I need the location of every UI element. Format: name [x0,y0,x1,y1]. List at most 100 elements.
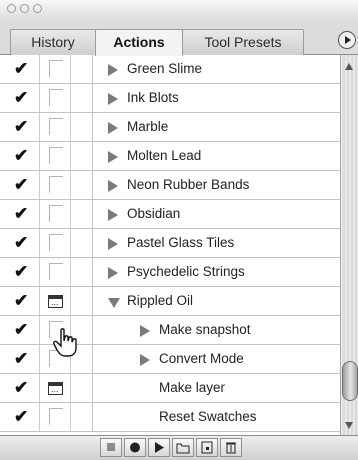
toggle-item-cell[interactable]: ✔ [0,200,40,228]
delete-button[interactable] [220,438,242,457]
collapsed-triangle-icon[interactable] [140,354,150,366]
dialog-toggle-icon[interactable] [48,295,63,308]
record-button[interactable] [124,438,146,457]
action-row[interactable]: ✔ Molten Lead [0,142,340,171]
toggle-dialog-cell[interactable] [41,287,71,315]
action-row[interactable]: ✔ Ink Blots [0,84,340,113]
toggle-item-cell[interactable]: ✔ [0,403,40,431]
collapsed-triangle-icon[interactable] [108,180,118,192]
toggle-item-cell[interactable]: ✔ [0,374,40,402]
toggle-item-cell[interactable]: ✔ [0,229,40,257]
checkmark-icon[interactable]: ✔ [14,321,29,338]
collapsed-triangle-icon[interactable] [140,325,150,337]
zoom-window-button[interactable] [33,4,42,13]
new-set-button[interactable] [172,438,194,457]
play-button[interactable] [148,438,170,457]
collapsed-triangle-icon[interactable] [108,64,118,76]
expanded-triangle-icon[interactable] [108,298,120,308]
toggle-dialog-cell[interactable] [41,200,71,228]
column-divider [92,113,93,141]
checkmark-icon[interactable]: ✔ [14,147,29,164]
toggle-item-cell[interactable]: ✔ [0,316,40,344]
toggle-item-cell[interactable]: ✔ [0,258,40,286]
scroll-thumb[interactable] [342,361,358,401]
column-divider [92,345,93,373]
dialog-off-icon[interactable] [49,234,63,251]
checkmark-icon[interactable]: ✔ [14,234,29,251]
collapsed-triangle-icon[interactable] [108,151,118,163]
action-label: Rippled Oil [127,293,194,308]
new-action-button[interactable] [196,438,218,457]
dialog-off-icon[interactable] [49,60,63,77]
checkmark-icon[interactable]: ✔ [14,379,29,396]
checkmark-icon[interactable]: ✔ [14,350,29,367]
toggle-dialog-cell[interactable] [41,84,71,112]
action-row[interactable]: ✔ Neon Rubber Bands [0,171,340,200]
close-window-button[interactable] [7,4,16,13]
toggle-dialog-cell[interactable] [41,142,71,170]
action-row[interactable]: ✔ Obsidian [0,200,340,229]
hand-cursor-icon [53,328,77,357]
dialog-off-icon[interactable] [49,263,63,280]
vertical-scrollbar[interactable] [340,55,358,435]
dialog-off-icon[interactable] [49,118,63,135]
checkmark-icon[interactable]: ✔ [14,292,29,309]
command-row[interactable]: ✔ Convert Mode [0,345,340,374]
toggle-item-cell[interactable]: ✔ [0,345,40,373]
scroll-up-icon[interactable] [345,63,353,70]
action-row[interactable]: ✔ Psychedelic Strings [0,258,340,287]
toggle-item-cell[interactable]: ✔ [0,142,40,170]
toggle-item-cell[interactable]: ✔ [0,55,40,83]
column-divider [92,287,93,315]
action-row[interactable]: ✔ Green Slime [0,55,340,84]
dialog-off-icon[interactable] [49,408,63,425]
action-label: Make layer [159,380,226,395]
dialog-off-icon[interactable] [49,176,63,193]
dialog-toggle-icon[interactable] [48,382,63,395]
dialog-off-icon[interactable] [49,147,63,164]
dialog-off-icon[interactable] [49,205,63,222]
scroll-down-icon[interactable] [345,422,353,429]
dialog-off-icon[interactable] [49,89,63,106]
stop-icon [107,443,115,451]
collapsed-triangle-icon[interactable] [108,209,118,221]
tab-actions[interactable]: Actions [95,29,183,56]
command-row[interactable]: ✔ Reset Swatches [0,403,340,432]
toggle-dialog-cell[interactable] [41,171,71,199]
action-row[interactable]: ✔ Rippled Oil [0,287,340,316]
column-divider [92,55,93,83]
checkmark-icon[interactable]: ✔ [14,263,29,280]
tab-history[interactable]: History [10,29,96,55]
toggle-item-cell[interactable]: ✔ [0,113,40,141]
column-divider [92,258,93,286]
toggle-dialog-cell[interactable] [41,258,71,286]
column-divider [92,142,93,170]
tab-tool-presets[interactable]: Tool Presets [182,29,304,55]
action-row[interactable]: ✔ Marble [0,113,340,142]
toggle-item-cell[interactable]: ✔ [0,171,40,199]
toggle-dialog-cell[interactable] [41,55,71,83]
checkmark-icon[interactable]: ✔ [14,176,29,193]
checkmark-icon[interactable]: ✔ [14,60,29,77]
column-divider [92,316,93,344]
toggle-item-cell[interactable]: ✔ [0,84,40,112]
stop-button[interactable] [100,438,122,457]
checkmark-icon[interactable]: ✔ [14,205,29,222]
collapsed-triangle-icon[interactable] [108,122,118,134]
toggle-dialog-cell[interactable] [41,374,71,402]
toggle-dialog-cell[interactable] [41,113,71,141]
minimize-window-button[interactable] [20,4,29,13]
collapsed-triangle-icon[interactable] [108,267,118,279]
toggle-item-cell[interactable]: ✔ [0,287,40,315]
toggle-dialog-cell[interactable] [41,229,71,257]
action-row[interactable]: ✔ Pastel Glass Tiles [0,229,340,258]
command-row[interactable]: ✔ Make snapshot [0,316,340,345]
checkmark-icon[interactable]: ✔ [14,408,29,425]
toggle-dialog-cell[interactable] [41,403,71,431]
command-row[interactable]: ✔ Make layer [0,374,340,403]
collapsed-triangle-icon[interactable] [108,238,118,250]
checkmark-icon[interactable]: ✔ [14,118,29,135]
panel-menu-button[interactable] [338,31,356,49]
collapsed-triangle-icon[interactable] [108,93,118,105]
checkmark-icon[interactable]: ✔ [14,89,29,106]
